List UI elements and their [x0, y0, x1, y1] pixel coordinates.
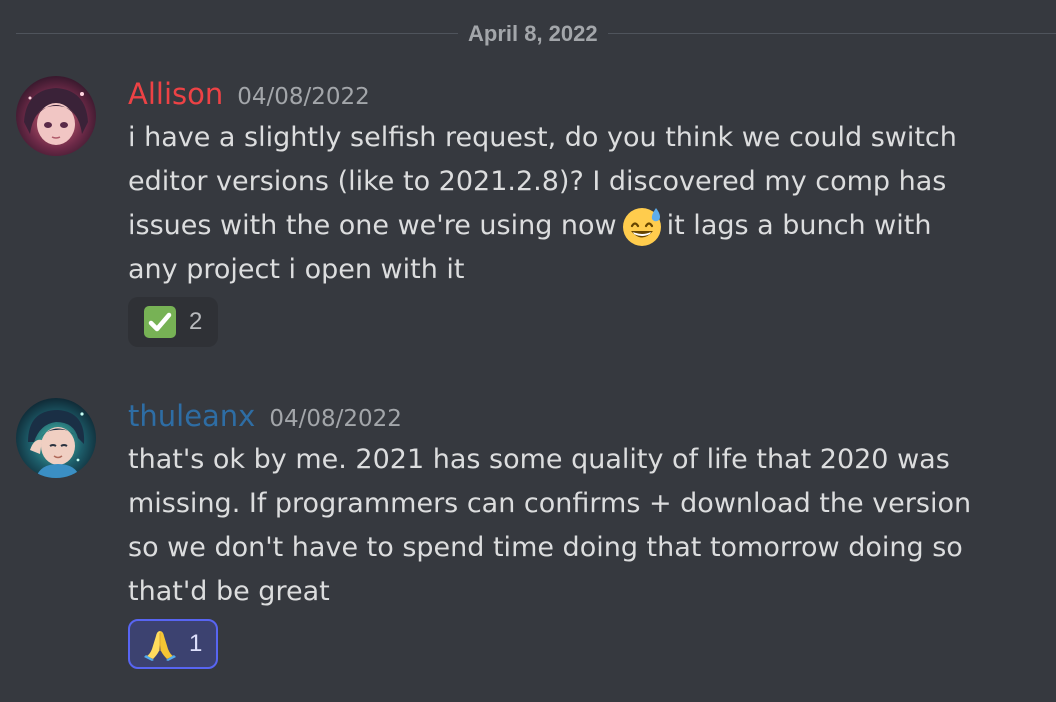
reaction-count: 2	[189, 308, 203, 335]
message-line: issues with the one we're using now it la…	[128, 204, 958, 248]
user-avatar-image	[16, 76, 96, 156]
message-header: Allison 04/08/2022	[128, 76, 370, 112]
date-divider-label: April 8, 2022	[458, 20, 608, 48]
message-timestamp[interactable]: 04/08/2022	[237, 84, 370, 110]
reaction-button[interactable]: 2	[128, 297, 218, 347]
user-avatar-image	[16, 398, 96, 478]
message-line: i have a slightly selfish request, do yo…	[128, 122, 957, 153]
reaction-button[interactable]: 1	[128, 619, 218, 669]
message-line: that'd be great	[128, 576, 330, 607]
message-line: that's ok by me. 2021 has some quality o…	[128, 444, 950, 475]
message-text: issues with the one we're using now	[128, 210, 617, 241]
folded-hands-emoji	[144, 631, 176, 661]
message-content: i have a slightly selfish request, do yo…	[128, 116, 958, 292]
message-line: any project i open with it	[128, 254, 465, 285]
message-content: that's ok by me. 2021 has some quality o…	[128, 438, 972, 614]
check-mark-button-emoji	[144, 306, 176, 338]
reaction-count: 1	[189, 630, 203, 657]
sweat-smile-emoji[interactable]	[619, 204, 665, 248]
message-text: it lags a bunch with	[666, 210, 932, 241]
chat-messages: April 8, 2022 Allison 04/08/2022 i have …	[0, 0, 1056, 702]
message-line: missing. If programmers can confirms + d…	[128, 488, 972, 519]
message-line: so we don't have to spend time doing tha…	[128, 532, 963, 563]
message-line: editor versions (like to 2021.2.8)? I di…	[128, 166, 947, 197]
message-timestamp[interactable]: 04/08/2022	[269, 406, 402, 432]
avatar[interactable]	[16, 398, 96, 478]
avatar[interactable]	[16, 76, 96, 156]
username[interactable]: thuleanx	[128, 399, 255, 433]
username[interactable]: Allison	[128, 77, 223, 111]
message-header: thuleanx 04/08/2022	[128, 398, 402, 434]
